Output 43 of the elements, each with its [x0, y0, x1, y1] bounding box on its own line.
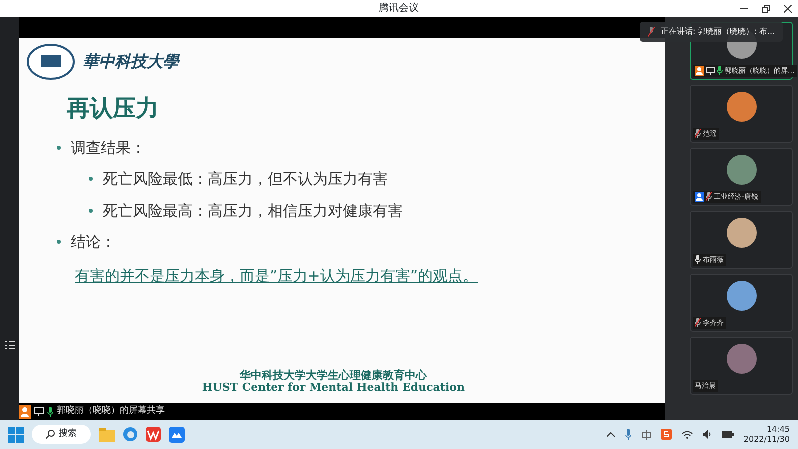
- wifi-icon[interactable]: [682, 430, 693, 438]
- chevron-up-icon[interactable]: [606, 432, 615, 437]
- avatar-icon: [726, 281, 756, 311]
- microphone-icon: [47, 406, 54, 416]
- speaker-icon[interactable]: [702, 430, 712, 439]
- screen-share-label: 郭晓丽（晓晓）的屏幕共享: [57, 404, 165, 418]
- avatar-icon: [726, 344, 756, 374]
- avatar-icon: [726, 155, 756, 185]
- bullet-text: 结论：: [71, 232, 116, 253]
- bullet-icon: [57, 240, 61, 244]
- clock-date[interactable]: 2022/11/30: [744, 434, 790, 444]
- restore-icon[interactable]: [762, 4, 770, 12]
- search-field[interactable]: 搜索: [32, 425, 91, 444]
- list-icon[interactable]: [4, 341, 14, 350]
- office-app-icon[interactable]: [146, 427, 161, 442]
- bullet-text: 死亡风险最高：高压力，相信压力对健康有害: [103, 200, 403, 222]
- muted-microphone-icon: [648, 27, 655, 37]
- avatar-icon: [726, 218, 756, 248]
- search-icon: [46, 430, 55, 439]
- window-title: 腾讯会议: [379, 3, 419, 14]
- input-method-icon[interactable]: [642, 430, 651, 440]
- screen-icon: [34, 407, 44, 416]
- close-icon[interactable]: [784, 4, 792, 12]
- bullet-text: 死亡风险最低：高压力，但不认为压力有害: [103, 169, 388, 190]
- university-logo-icon: [27, 44, 75, 80]
- university-name: 華中科技大學: [83, 51, 179, 73]
- bullet-icon: [89, 177, 93, 182]
- meeting-app-icon[interactable]: [169, 426, 185, 442]
- bullet-icon: [89, 208, 93, 213]
- slide-title: 再认压力: [67, 95, 160, 124]
- bullet-icon: [57, 146, 61, 150]
- footer-text: HUST Center for Mental Health Education: [202, 382, 465, 394]
- microphone-icon[interactable]: [624, 429, 632, 440]
- clock-time[interactable]: 14:45: [744, 424, 790, 434]
- avatar-icon: [726, 92, 756, 122]
- start-icon[interactable]: [8, 426, 24, 442]
- input-app-icon[interactable]: [660, 429, 672, 440]
- conclusion-text: 有害的并不是压力本身，而是”压力+认为压力有害”的观点。: [75, 266, 480, 286]
- bullet-text: 调查结果：: [71, 138, 146, 158]
- battery-icon[interactable]: [722, 430, 734, 438]
- host-icon: [19, 404, 31, 418]
- footer-text: 华中科技大学大学生心理健康教育中心: [239, 370, 428, 382]
- browser-icon[interactable]: [123, 427, 138, 442]
